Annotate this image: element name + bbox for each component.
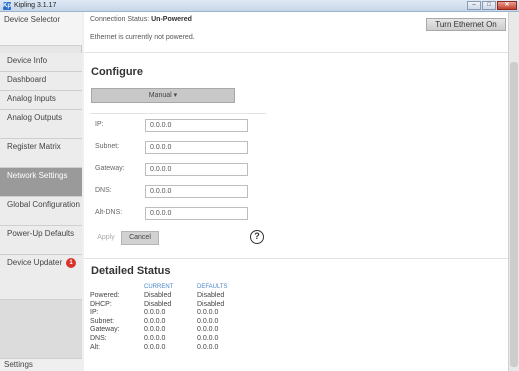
row-current: 0.0.0.0 <box>144 343 166 351</box>
sidebar-item-analog-inputs[interactable]: Analog Inputs <box>0 91 82 110</box>
row-defaults: 0.0.0.0 <box>197 334 219 342</box>
main-scrollbar[interactable] <box>508 12 519 371</box>
sidebar-item-device-info[interactable]: Device Info <box>0 53 82 72</box>
row-defaults: 0.0.0.0 <box>197 309 219 317</box>
sidebar-item-device-selector[interactable]: Device Selector <box>0 12 82 46</box>
row-defaults: Disabled <box>197 300 225 308</box>
help-icon[interactable]: ? <box>250 230 264 244</box>
row-name: DNS: <box>90 334 107 342</box>
row-defaults: 0.0.0.0 <box>197 317 219 325</box>
apply-button[interactable]: Apply <box>91 231 121 245</box>
sidebar: Device Selector Device Info Dashboard An… <box>0 12 82 371</box>
dns-input[interactable] <box>145 185 248 198</box>
window-titlebar: Kp Kipling 3.1.17 – □ ✕ <box>0 0 519 12</box>
sidebar-item-settings[interactable]: Settings <box>0 358 82 371</box>
sidebar-item-global-configuration[interactable]: Global Configuration <box>0 197 82 226</box>
row-defaults: Disabled <box>197 292 225 299</box>
ethernet-status-message: Ethernet is currently not powered. <box>90 34 195 41</box>
sidebar-item-label: Device Updater <box>7 258 63 267</box>
table-row: IP: 0.0.0.0 0.0.0.0 <box>90 309 247 318</box>
gateway-input[interactable] <box>145 163 248 176</box>
detailed-status-heading: Detailed Status <box>91 265 171 277</box>
row-current: 0.0.0.0 <box>144 326 166 334</box>
sidebar-item-register-matrix[interactable]: Register Matrix <box>0 139 82 168</box>
scrollbar-thumb[interactable] <box>510 62 518 367</box>
configure-heading: Configure <box>91 66 143 78</box>
sidebar-item-network-settings[interactable]: Network Settings <box>0 168 82 197</box>
alt-dns-label: Alt-DNS: <box>95 209 123 216</box>
sidebar-item-device-updater[interactable]: Device Updater 1 <box>0 255 82 300</box>
row-defaults: 0.0.0.0 <box>197 326 219 334</box>
row-name: Alt: <box>90 343 101 351</box>
sidebar-item-analog-outputs[interactable]: Analog Outputs <box>0 110 82 139</box>
window-controls: – □ ✕ <box>466 1 517 11</box>
defaults-column-header: DEFAULTS <box>197 284 228 290</box>
minimize-button[interactable]: – <box>467 1 481 10</box>
table-row: Gateway: 0.0.0.0 0.0.0.0 <box>90 326 247 335</box>
row-name: Powered: <box>90 292 120 299</box>
table-row: DHCP: Disabled Disabled <box>90 301 247 310</box>
close-button[interactable]: ✕ <box>497 1 517 10</box>
dns-label: DNS: <box>95 187 112 194</box>
table-row: Alt: 0.0.0.0 0.0.0.0 <box>90 344 247 353</box>
row-current: Disabled <box>144 300 172 308</box>
maximize-button[interactable]: □ <box>482 1 496 10</box>
row-name: DHCP: <box>90 300 112 308</box>
alt-dns-input[interactable] <box>145 207 248 220</box>
turn-ethernet-on-button[interactable]: Turn Ethernet On <box>426 18 506 31</box>
table-row: Subnet: 0.0.0.0 0.0.0.0 <box>90 318 247 327</box>
ip-input[interactable] <box>145 119 248 132</box>
table-row: Powered: Disabled Disabled <box>90 292 247 301</box>
status-divider <box>84 258 508 259</box>
update-count-badge: 1 <box>66 258 76 268</box>
ip-label: IP: <box>95 121 104 128</box>
network-settings-panel: Connection Status: Un-Powered Ethernet i… <box>84 12 508 371</box>
app-logo-icon: Kp <box>3 2 11 10</box>
subnet-label: Subnet: <box>95 143 120 150</box>
table-row: DNS: 0.0.0.0 0.0.0.0 <box>90 335 247 344</box>
cancel-button[interactable]: Cancel <box>121 231 159 245</box>
sidebar-spacer <box>0 300 82 358</box>
configure-divider <box>90 113 266 114</box>
connection-status-label: Connection Status: <box>90 16 150 23</box>
row-current: Disabled <box>144 292 172 299</box>
connection-status-value: Un-Powered <box>151 16 192 23</box>
row-name: Gateway: <box>90 326 120 334</box>
ip-mode-dropdown[interactable]: Manual ▾ <box>91 88 235 103</box>
row-name: Subnet: <box>90 317 115 325</box>
gateway-label: Gateway: <box>95 165 125 172</box>
header-divider <box>84 52 508 53</box>
sidebar-item-dashboard[interactable]: Dashboard <box>0 72 82 91</box>
sidebar-item-power-up-defaults[interactable]: Power-Up Defaults <box>0 226 82 255</box>
subnet-input[interactable] <box>145 141 248 154</box>
detailed-status-table: Powered: Disabled Disabled DHCP: Disable… <box>90 292 247 352</box>
connection-status: Connection Status: Un-Powered <box>90 16 192 23</box>
row-current: 0.0.0.0 <box>144 334 166 342</box>
row-current: 0.0.0.0 <box>144 309 166 317</box>
row-current: 0.0.0.0 <box>144 317 166 325</box>
row-name: IP: <box>90 309 99 317</box>
current-column-header: CURRENT <box>144 284 174 290</box>
window-title: Kipling 3.1.17 <box>14 2 57 9</box>
row-defaults: 0.0.0.0 <box>197 343 219 351</box>
